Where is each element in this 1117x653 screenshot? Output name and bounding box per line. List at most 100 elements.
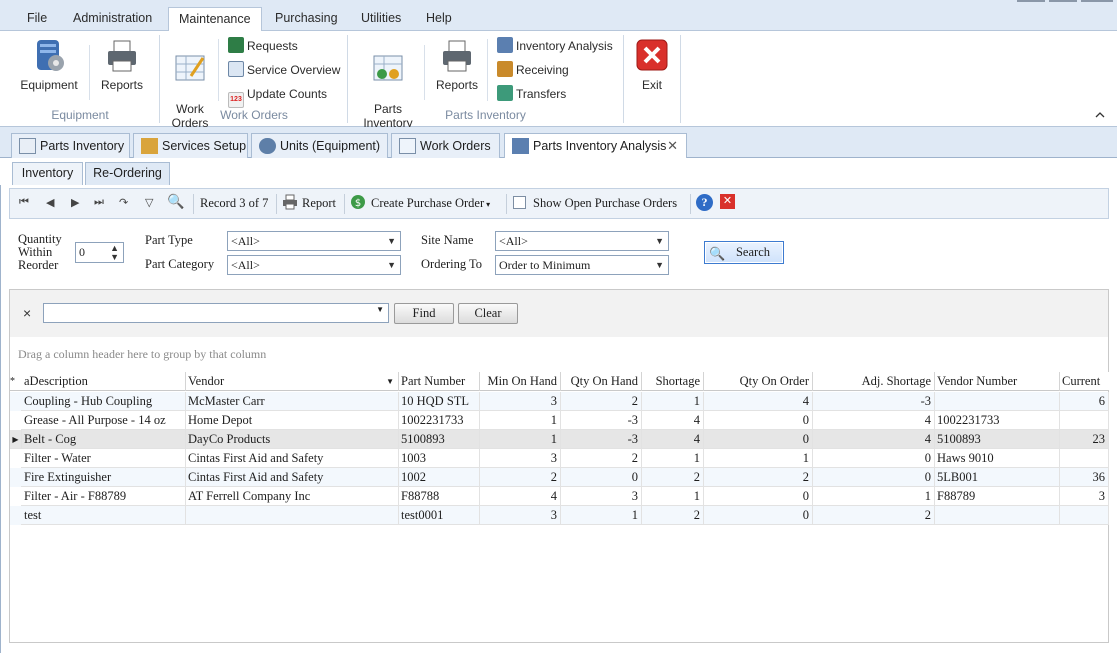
clear-button[interactable]: Clear <box>458 303 518 324</box>
cell-qty-on-hand[interactable]: 2 <box>560 449 642 468</box>
inventory-analysis-button[interactable]: Inventory Analysis <box>497 36 613 56</box>
tab-units-equipment[interactable]: Units (Equipment) <box>251 133 388 158</box>
exit-button[interactable]: Exit <box>632 38 672 92</box>
cell-vendor[interactable]: McMaster Carr <box>185 392 399 411</box>
tab-parts-inventory[interactable]: Parts Inventory <box>11 133 130 158</box>
zoom-icon[interactable]: 🔍 <box>167 194 184 211</box>
show-open-po-checkbox[interactable] <box>513 196 526 209</box>
cell-min-on-hand[interactable]: 3 <box>479 506 561 525</box>
menu-utilities[interactable]: Utilities <box>351 7 411 31</box>
cell-adj-shortage[interactable]: 0 <box>812 449 935 468</box>
cell-current[interactable]: 6 <box>1059 392 1109 411</box>
column-header-shortage[interactable]: Shortage <box>641 372 704 391</box>
cell-part-number[interactable]: 10 HQD STL <box>398 392 480 411</box>
cell-current[interactable]: 3 <box>1059 487 1109 506</box>
close-window-button[interactable] <box>1081 0 1113 2</box>
cell-part-number[interactable]: 1002 <box>398 468 480 487</box>
column-header-part-number[interactable]: Part Number <box>398 372 480 391</box>
close-tab-icon[interactable]: ✕ <box>667 134 678 158</box>
table-row[interactable]: Grease - All Purpose - 14 oz Home Depot 10… <box>10 411 1109 430</box>
cell-adj-shortage[interactable]: 0 <box>812 468 935 487</box>
cell-vendor-number[interactable]: 5100893 <box>934 430 1060 449</box>
equipment-reports-button[interactable]: Reports <box>97 38 147 92</box>
part-category-select[interactable]: <All> ▼ <box>227 255 401 275</box>
table-row[interactable]: test test0001 3 1 2 0 2 <box>10 506 1109 525</box>
cell-part-number[interactable]: 1002231733 <box>398 411 480 430</box>
cell-description[interactable]: Filter - Water <box>21 449 186 468</box>
column-header-qty-on-hand[interactable]: Qty On Hand <box>560 372 642 391</box>
cell-current[interactable] <box>1059 506 1109 525</box>
table-row[interactable]: ▶ Belt - Cog DayCo Products 5100893 1 -3 4 0 4 51… <box>10 430 1109 449</box>
menu-maintenance[interactable]: Maintenance <box>168 7 262 32</box>
receiving-button[interactable]: Receiving <box>497 60 569 80</box>
cell-min-on-hand[interactable]: 1 <box>479 411 561 430</box>
requests-button[interactable]: Requests <box>228 36 298 56</box>
table-row[interactable]: Filter - Water Cintas First Aid and Safet… <box>10 449 1109 468</box>
collapse-ribbon-icon[interactable] <box>1095 111 1105 119</box>
filter-icon[interactable]: ▽ <box>145 196 153 209</box>
column-header-vendor-number[interactable]: Vendor Number <box>934 372 1060 391</box>
tab-re-ordering[interactable]: Re-Ordering <box>85 162 170 185</box>
cell-shortage[interactable]: 1 <box>641 392 704 411</box>
create-purchase-order-button[interactable]: Create Purchase Order ▾ <box>371 196 490 211</box>
cell-qty-on-hand[interactable]: 2 <box>560 392 642 411</box>
first-record-icon[interactable]: ⏮ <box>19 196 29 209</box>
next-record-icon[interactable]: ▶ <box>71 196 79 209</box>
show-open-po-label[interactable]: Show Open Purchase Orders <box>533 196 677 211</box>
cell-description[interactable]: Grease - All Purpose - 14 oz <box>21 411 186 430</box>
cell-adj-shortage[interactable]: -3 <box>812 392 935 411</box>
cell-qty-on-order[interactable]: 1 <box>703 449 813 468</box>
cell-qty-on-order[interactable]: 2 <box>703 468 813 487</box>
quantity-stepper[interactable]: 0 ▲ ▼ <box>75 242 124 263</box>
cell-part-number[interactable]: 1003 <box>398 449 480 468</box>
cell-qty-on-order[interactable]: 0 <box>703 430 813 449</box>
cell-qty-on-order[interactable]: 0 <box>703 411 813 430</box>
cell-vendor-number[interactable]: 1002231733 <box>934 411 1060 430</box>
column-header-current[interactable]: Current <box>1059 372 1109 391</box>
cell-min-on-hand[interactable]: 2 <box>479 468 561 487</box>
cell-vendor[interactable]: AT Ferrell Company Inc <box>185 487 399 506</box>
cell-vendor-number[interactable]: Haws 9010 <box>934 449 1060 468</box>
search-button[interactable]: 🔍 Search <box>704 241 784 264</box>
find-button[interactable]: Find <box>394 303 454 324</box>
menu-help[interactable]: Help <box>416 7 462 31</box>
cell-qty-on-hand[interactable]: -3 <box>560 411 642 430</box>
cell-current[interactable] <box>1059 411 1109 430</box>
cell-qty-on-hand[interactable]: 1 <box>560 506 642 525</box>
tab-parts-inventory-analysis[interactable]: Parts Inventory Analysis ✕ <box>504 133 687 159</box>
cell-vendor-number[interactable]: F88789 <box>934 487 1060 506</box>
column-header-qty-on-order[interactable]: Qty On Order <box>703 372 813 391</box>
equipment-button[interactable]: Equipment <box>18 38 80 92</box>
cell-adj-shortage[interactable]: 4 <box>812 430 935 449</box>
cell-description[interactable]: Filter - Air - F88789 <box>21 487 186 506</box>
cell-vendor[interactable] <box>185 506 399 525</box>
cell-qty-on-order[interactable]: 0 <box>703 506 813 525</box>
column-header-min-on-hand[interactable]: Min On Hand <box>479 372 561 391</box>
cell-vendor-number[interactable] <box>934 506 1060 525</box>
tab-services-setup[interactable]: Services Setup <box>133 133 248 158</box>
cell-min-on-hand[interactable]: 3 <box>479 449 561 468</box>
cell-vendor[interactable]: Cintas First Aid and Safety <box>185 468 399 487</box>
menu-administration[interactable]: Administration <box>63 7 162 31</box>
column-header-adj-shortage[interactable]: Adj. Shortage <box>812 372 935 391</box>
menu-file[interactable]: File <box>17 7 57 31</box>
menu-purchasing[interactable]: Purchasing <box>265 7 348 31</box>
cell-part-number[interactable]: 5100893 <box>398 430 480 449</box>
cell-shortage[interactable]: 2 <box>641 468 704 487</box>
close-find-icon[interactable]: × <box>23 305 31 321</box>
service-overview-button[interactable]: Service Overview <box>228 60 340 80</box>
cell-min-on-hand[interactable]: 3 <box>479 392 561 411</box>
cell-description[interactable]: Coupling - Hub Coupling <box>21 392 186 411</box>
minimize-button[interactable] <box>1017 0 1045 2</box>
stepper-arrows-icon[interactable]: ▲ ▼ <box>110 244 119 262</box>
previous-record-icon[interactable]: ◀ <box>46 196 54 209</box>
table-row[interactable]: Fire Extinguisher Cintas First Aid and Sa… <box>10 468 1109 487</box>
cell-adj-shortage[interactable]: 1 <box>812 487 935 506</box>
cell-description[interactable]: Fire Extinguisher <box>21 468 186 487</box>
cell-part-number[interactable]: test0001 <box>398 506 480 525</box>
cell-shortage[interactable]: 4 <box>641 430 704 449</box>
tab-inventory[interactable]: Inventory <box>12 162 83 185</box>
cell-vendor-number[interactable] <box>934 392 1060 411</box>
part-type-select[interactable]: <All> ▼ <box>227 231 401 251</box>
cell-min-on-hand[interactable]: 4 <box>479 487 561 506</box>
